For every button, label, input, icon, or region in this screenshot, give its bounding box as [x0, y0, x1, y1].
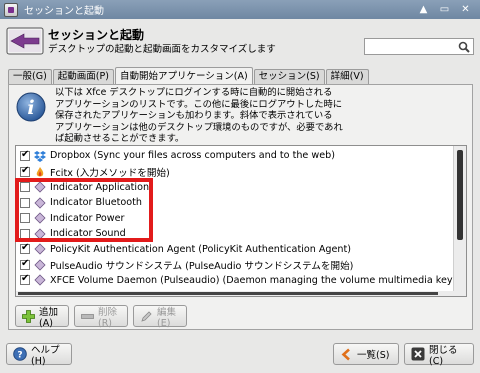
all-button-label: 一覧(S) [357, 350, 390, 361]
all-button[interactable]: 一覧(S) [333, 343, 399, 365]
remove-icon [81, 313, 94, 319]
svg-text:i: i [27, 97, 34, 119]
xfce-volume-icon [34, 274, 46, 286]
tab-splash[interactable]: 起動画面(P) [52, 69, 114, 85]
session-startup-icon [6, 27, 44, 55]
tab-session[interactable]: セッション(S) [253, 69, 325, 85]
svg-text:?: ? [17, 351, 22, 361]
tab-advanced[interactable]: 詳細(V) [325, 69, 369, 85]
help-button[interactable]: ? ヘルプ(H) [6, 343, 72, 367]
help-button-label: ヘルプ(H) [31, 344, 60, 367]
remove-button[interactable]: 削除(R) [74, 305, 128, 329]
close-button[interactable]: 閉じる(C) [404, 343, 474, 367]
fcitx-icon [36, 166, 44, 177]
app-icon [4, 2, 18, 17]
collapse-button[interactable]: ▲ [417, 3, 430, 16]
close-window-button[interactable]: ✕ [459, 3, 472, 16]
edit-button-label: 編集(E) [157, 306, 177, 329]
search-input[interactable] [364, 38, 474, 55]
pulseaudio-icon [34, 259, 46, 271]
policykit-icon [34, 243, 46, 255]
scrollbar-thumb[interactable] [18, 292, 438, 295]
add-button[interactable]: 追加(A) [15, 305, 69, 329]
info-icon: i [16, 92, 46, 122]
item-checkbox[interactable] [20, 258, 30, 270]
help-icon: ? [13, 347, 27, 361]
window-title: セッションと起動 [24, 6, 104, 17]
scrollbar-thumb[interactable] [457, 150, 463, 240]
tab-autostart[interactable]: 自動開始アプリケーション(A) [114, 67, 253, 85]
item-checkbox[interactable] [20, 149, 30, 161]
item-checkbox[interactable] [20, 165, 30, 177]
remove-button-label: 削除(R) [98, 306, 118, 329]
item-label: Dropbox (Sync your files across computer… [50, 150, 335, 162]
maximize-button[interactable]: ▭ [438, 3, 451, 16]
vertical-scrollbar[interactable] [453, 146, 466, 296]
close-button-label: 閉じる(C) [429, 344, 458, 367]
pencil-icon [141, 310, 152, 322]
item-label: Fcitx (入力メソッドを開始) [50, 167, 170, 179]
list-item[interactable]: Dropbox (Sync your files across computer… [16, 148, 454, 164]
dropbox-icon [34, 150, 46, 162]
info-text: 以下は Xfce デスクトップにログインする時に自動的に開始される アプリケーシ… [55, 87, 343, 145]
list-item[interactable]: PolicyKit Authentication Agent (PolicyKi… [16, 242, 454, 258]
item-label: PolicyKit Authentication Agent (PolicyKi… [50, 243, 352, 255]
edit-button[interactable]: 編集(E) [133, 305, 187, 329]
close-icon [411, 347, 425, 361]
highlight-box [15, 178, 153, 242]
item-checkbox[interactable] [20, 242, 30, 255]
title-bar: セッションと起動 ▲ ▭ ✕ [0, 0, 480, 19]
tab-general[interactable]: 一般(G) [8, 69, 52, 85]
search-icon [458, 41, 470, 53]
item-checkbox[interactable] [20, 273, 30, 286]
back-arrow-icon [341, 348, 350, 360]
horizontal-scrollbar[interactable] [16, 291, 454, 296]
add-icon [22, 309, 35, 323]
item-label: PulseAudio サウンドシステム (PulseAudio サウンドシステム… [50, 260, 354, 272]
tab-bar: 一般(G) 起動画面(P) 自動開始アプリケーション(A) セッション(S) 詳… [8, 67, 370, 85]
item-label: XFCE Volume Daemon (Pulseaudio) (Daemon … [50, 274, 467, 286]
add-button-label: 追加(A) [39, 306, 59, 329]
list-item[interactable]: PulseAudio サウンドシステム (PulseAudio サウンドシステム… [16, 257, 454, 273]
list-item[interactable]: XFCE Volume Daemon (Pulseaudio) (Daemon … [16, 273, 466, 289]
page-subtitle: デスクトップの起動と起動画面をカスタマイズします [48, 44, 276, 55]
